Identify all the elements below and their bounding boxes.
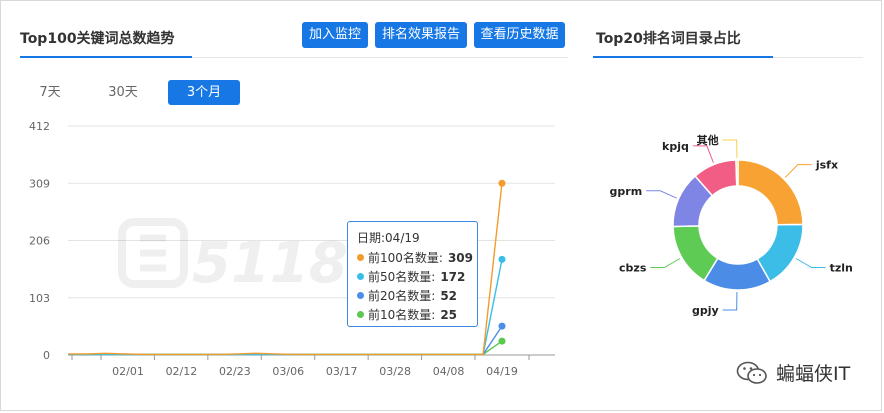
series-dot-top10	[357, 311, 364, 318]
donut-label: cbzs	[619, 262, 647, 275]
history-data-button[interactable]: 查看历史数据	[474, 22, 565, 48]
series-end-point[interactable]	[498, 322, 506, 330]
keyword-trend-chart: 5118 0103206309412 02/01 02/12 02/23 03/06 0…	[29, 120, 555, 378]
tooltip-value: 52	[440, 288, 458, 303]
wechat-icon	[736, 361, 767, 384]
y-tick-label: 309	[29, 177, 50, 190]
chart-tooltip: 日期:04/19 前100名数量: 309 前50名数量: 172 前20名数量: 5…	[347, 221, 478, 327]
tooltip-label: 前50名数量:	[368, 270, 436, 284]
trend-panel-title: Top100关键词总数趋势	[20, 31, 175, 47]
tooltip-date: 日期:04/19	[357, 231, 420, 245]
donut-slices	[672, 159, 804, 291]
tooltip-label: 前20名数量:	[368, 289, 436, 303]
x-tick-label: 03/06	[272, 365, 304, 378]
svg-text:5118: 5118	[192, 231, 348, 296]
x-tick-label: 02/12	[166, 365, 198, 378]
watermark-5118: 5118	[118, 218, 348, 296]
category-header-divider	[773, 57, 863, 58]
series-line	[68, 325, 503, 356]
x-tick-label: 04/19	[486, 365, 518, 378]
ranking-report-button[interactable]: 排名效果报告	[375, 22, 467, 48]
x-tick-label: 02/01	[112, 365, 144, 378]
wechat-account-name: 蝙蝠侠IT	[776, 363, 851, 385]
donut-leader-line	[795, 258, 826, 268]
y-tick-label: 206	[29, 235, 50, 248]
category-title-underline	[593, 56, 773, 58]
series-dot-top50	[357, 273, 364, 280]
tooltip-value: 309	[447, 250, 474, 265]
tooltip-row: 前20名数量: 52	[357, 286, 477, 305]
donut-label: 其他	[697, 133, 719, 147]
x-axis-ticks: 02/01 02/12 02/23 03/06 03/17 03/28 04/08 04/19	[71, 355, 530, 378]
series-end-point[interactable]	[498, 255, 506, 263]
donut-leader-line	[722, 139, 738, 159]
donut-label: tzln	[830, 262, 853, 275]
series-line	[68, 340, 503, 356]
donut-slice[interactable]	[735, 159, 739, 187]
y-tick-label: 0	[43, 349, 50, 362]
tooltip-value: 172	[440, 269, 466, 284]
y-axis-ticks: 0 103 206 309 412	[29, 120, 50, 362]
range-tab-30d[interactable]: 30天	[98, 80, 148, 105]
x-tick-label: 02/23	[219, 365, 251, 378]
tooltip-row: 前50名数量: 172	[357, 267, 477, 286]
donut-label: kpjq	[662, 140, 689, 153]
tooltip-row: 前100名数量: 309	[357, 248, 477, 267]
add-monitor-button[interactable]: 加入监控	[302, 22, 368, 48]
donut-label: jsfx	[815, 159, 838, 172]
series-dot-top20	[357, 292, 364, 299]
donut-leader-line	[646, 190, 677, 199]
tooltip-label: 前100名数量:	[368, 251, 443, 265]
wechat-watermark: 蝙蝠侠IT	[736, 359, 850, 386]
range-tab-3m[interactable]: 3个月	[168, 80, 240, 105]
category-panel-title: Top20排名词目录占比	[596, 31, 741, 47]
y-tick-label: 412	[29, 120, 50, 133]
range-tab-7d[interactable]: 7天	[28, 80, 72, 105]
tooltip-row: 前10名数量: 25	[357, 305, 477, 324]
series-end-point[interactable]	[498, 179, 506, 187]
donut-label: gpjy	[692, 304, 719, 317]
trend-title-underline	[20, 56, 192, 58]
donut-leader-line	[692, 145, 714, 163]
x-tick-label: 04/08	[433, 365, 465, 378]
x-tick-label: 03/17	[326, 365, 358, 378]
x-tick-label: 03/28	[379, 365, 411, 378]
tooltip-label: 前10名数量:	[368, 308, 436, 322]
donut-label: gprm	[610, 185, 643, 198]
series-dot-top100	[357, 254, 364, 261]
y-tick-label: 103	[29, 292, 50, 305]
trend-header-divider	[192, 57, 568, 58]
donut-leader-line	[650, 258, 681, 268]
tooltip-value: 25	[440, 307, 458, 322]
donut-leader-line	[722, 291, 738, 311]
category-donut-chart: jsfx tzln gpjy cbzs gprm kpjq 其他	[610, 133, 853, 317]
donut-leader-line	[784, 164, 812, 178]
series-end-point[interactable]	[498, 337, 506, 345]
